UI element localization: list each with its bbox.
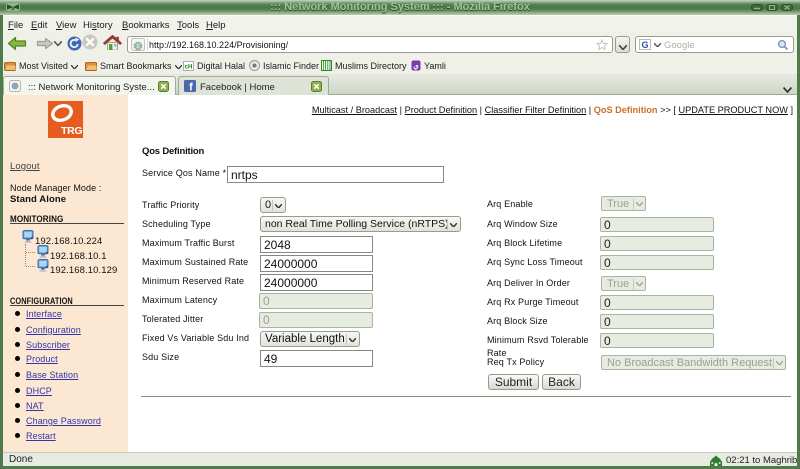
svg-text:f: f: [189, 82, 193, 93]
svg-text:ي: ي: [413, 63, 419, 71]
svg-text:TRG: TRG: [61, 125, 82, 137]
svg-text:cH: cH: [185, 65, 193, 71]
